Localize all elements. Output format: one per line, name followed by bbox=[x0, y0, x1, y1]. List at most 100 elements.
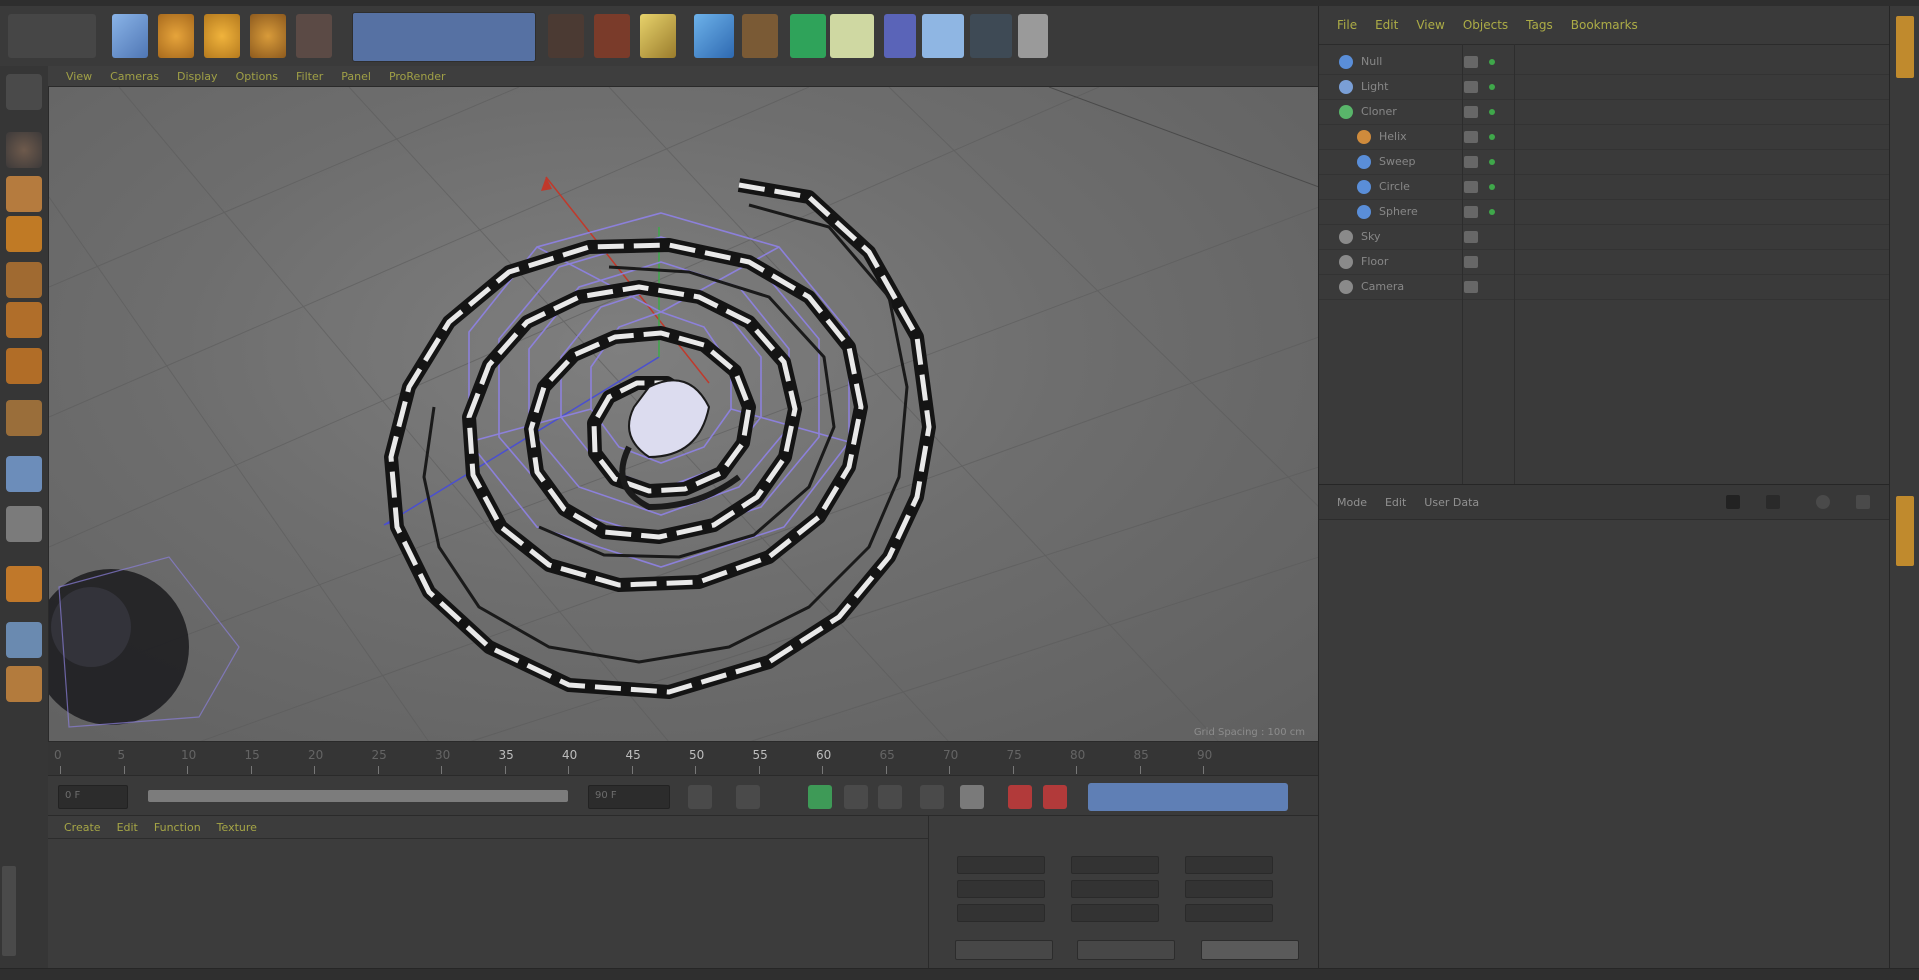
apply-button[interactable] bbox=[1201, 940, 1299, 960]
start-frame-field[interactable]: 0 F bbox=[58, 785, 128, 809]
viewport-menu-filter[interactable]: Filter bbox=[296, 70, 323, 83]
goto-start-icon[interactable] bbox=[688, 785, 712, 809]
model-mode-icon[interactable] bbox=[6, 132, 42, 168]
polygons-mode-icon[interactable] bbox=[6, 348, 42, 384]
points-mode-icon[interactable] bbox=[6, 262, 42, 298]
undo-button[interactable] bbox=[8, 14, 96, 58]
snap-icon[interactable] bbox=[6, 506, 42, 542]
object-row[interactable]: Helix bbox=[1319, 125, 1890, 150]
viewport-menu-view[interactable]: View bbox=[66, 70, 92, 83]
scale-tool-icon[interactable] bbox=[204, 14, 240, 58]
rotation-b-field[interactable] bbox=[1185, 904, 1273, 922]
viewport-menu-cameras[interactable]: Cameras bbox=[110, 70, 159, 83]
end-frame-field[interactable]: 90 F bbox=[588, 785, 670, 809]
om-menu-file[interactable]: File bbox=[1337, 18, 1357, 32]
visibility-toggle-icon[interactable] bbox=[1464, 81, 1478, 93]
keyframe-type-group[interactable] bbox=[1088, 783, 1288, 811]
attr-menu-user-data[interactable]: User Data bbox=[1424, 496, 1479, 509]
generator-icon[interactable] bbox=[790, 14, 826, 58]
attr-nav-up-icon[interactable] bbox=[1766, 495, 1780, 509]
pen-spline-icon[interactable] bbox=[742, 14, 778, 58]
visibility-toggle-icon[interactable] bbox=[1464, 206, 1478, 218]
material-menu-function[interactable]: Function bbox=[154, 821, 201, 834]
size-x-field[interactable] bbox=[1071, 856, 1159, 874]
viewport-menu-prorender[interactable]: ProRender bbox=[389, 70, 446, 83]
object-row[interactable]: Sweep bbox=[1319, 150, 1890, 175]
enabled-check-icon[interactable] bbox=[1489, 184, 1495, 190]
visibility-toggle-icon[interactable] bbox=[1464, 131, 1478, 143]
attr-nav-back-icon[interactable] bbox=[1726, 495, 1740, 509]
loop-icon[interactable] bbox=[920, 785, 944, 809]
enabled-check-icon[interactable] bbox=[1489, 59, 1495, 65]
workplane-mode-icon[interactable] bbox=[6, 216, 42, 252]
goto-end-icon[interactable] bbox=[878, 785, 902, 809]
enabled-check-icon[interactable] bbox=[1489, 134, 1495, 140]
render-picture-icon[interactable] bbox=[594, 14, 630, 58]
deformer-icon[interactable] bbox=[884, 14, 916, 58]
position-x-field[interactable] bbox=[957, 856, 1045, 874]
size-y-field[interactable] bbox=[1071, 880, 1159, 898]
object-row[interactable]: Sphere bbox=[1319, 200, 1890, 225]
viewport-menu-panel[interactable]: Panel bbox=[341, 70, 371, 83]
viewport-menu-display[interactable]: Display bbox=[177, 70, 218, 83]
material-menu-create[interactable]: Create bbox=[64, 821, 101, 834]
object-row[interactable]: Floor bbox=[1319, 250, 1890, 275]
planar-workplane-icon[interactable] bbox=[6, 666, 42, 702]
render-settings-icon[interactable] bbox=[640, 14, 676, 58]
layout-tab[interactable] bbox=[2, 866, 16, 956]
object-row[interactable]: Null bbox=[1319, 50, 1890, 75]
visibility-toggle-icon[interactable] bbox=[1464, 231, 1478, 243]
material-menu-edit[interactable]: Edit bbox=[117, 821, 138, 834]
edges-mode-icon[interactable] bbox=[6, 302, 42, 338]
visibility-toggle-icon[interactable] bbox=[1464, 56, 1478, 68]
om-menu-edit[interactable]: Edit bbox=[1375, 18, 1398, 32]
subdivision-icon[interactable] bbox=[830, 14, 874, 58]
rotate-tool-icon[interactable] bbox=[250, 14, 286, 58]
visibility-toggle-icon[interactable] bbox=[1464, 106, 1478, 118]
light-object-icon[interactable] bbox=[1018, 14, 1048, 58]
enabled-check-icon[interactable] bbox=[1489, 159, 1495, 165]
timeline-ruler[interactable]: 0 5 10 15 20 25 30 35 40 45 50 55 60 65 70 75 80 85 90 bbox=[48, 741, 1318, 776]
attr-menu-edit[interactable]: Edit bbox=[1385, 496, 1406, 509]
object-row[interactable]: Circle bbox=[1319, 175, 1890, 200]
prev-key-icon[interactable] bbox=[736, 785, 760, 809]
rotation-p-field[interactable] bbox=[1185, 880, 1273, 898]
floor-object-icon[interactable] bbox=[922, 14, 964, 58]
cube-primitive-icon[interactable] bbox=[694, 14, 734, 58]
enabled-check-icon[interactable] bbox=[1489, 109, 1495, 115]
visibility-toggle-icon[interactable] bbox=[1464, 281, 1478, 293]
enabled-check-icon[interactable] bbox=[1489, 209, 1495, 215]
make-editable-icon[interactable] bbox=[6, 74, 42, 110]
tab-attributes[interactable] bbox=[1896, 496, 1914, 566]
recent-tool-icon[interactable] bbox=[296, 14, 332, 58]
perspective-viewport[interactable]: Grid Spacing : 100 cm bbox=[48, 86, 1320, 743]
visibility-toggle-icon[interactable] bbox=[1464, 181, 1478, 193]
size-mode-dropdown[interactable] bbox=[1077, 940, 1175, 960]
attr-menu-mode[interactable]: Mode bbox=[1337, 496, 1367, 509]
position-z-field[interactable] bbox=[957, 904, 1045, 922]
move-tool-icon[interactable] bbox=[158, 14, 194, 58]
viewport-menu-options[interactable]: Options bbox=[236, 70, 278, 83]
enabled-check-icon[interactable] bbox=[1489, 84, 1495, 90]
column-divider[interactable] bbox=[1514, 44, 1515, 484]
tab-objects[interactable] bbox=[1896, 16, 1914, 78]
column-divider[interactable] bbox=[1462, 44, 1463, 484]
attr-lock-icon[interactable] bbox=[1856, 495, 1870, 509]
tweak-mode-icon[interactable] bbox=[6, 456, 42, 492]
play-icon[interactable] bbox=[808, 785, 832, 809]
record-keyframe-icon[interactable] bbox=[960, 785, 984, 809]
object-row[interactable]: Light bbox=[1319, 75, 1890, 100]
om-menu-objects[interactable]: Objects bbox=[1463, 18, 1508, 32]
object-mode-dropdown[interactable] bbox=[955, 940, 1053, 960]
frame-range-slider[interactable] bbox=[148, 790, 568, 802]
om-menu-tags[interactable]: Tags bbox=[1526, 18, 1553, 32]
workplane-icon[interactable] bbox=[6, 566, 42, 602]
camera-object-icon[interactable] bbox=[970, 14, 1012, 58]
rotation-h-field[interactable] bbox=[1185, 856, 1273, 874]
live-selection-icon[interactable] bbox=[112, 14, 148, 58]
om-menu-view[interactable]: View bbox=[1416, 18, 1444, 32]
axis-mode-icon[interactable] bbox=[6, 400, 42, 436]
visibility-toggle-icon[interactable] bbox=[1464, 156, 1478, 168]
next-key-icon[interactable] bbox=[844, 785, 868, 809]
object-row[interactable]: Cloner bbox=[1319, 100, 1890, 125]
